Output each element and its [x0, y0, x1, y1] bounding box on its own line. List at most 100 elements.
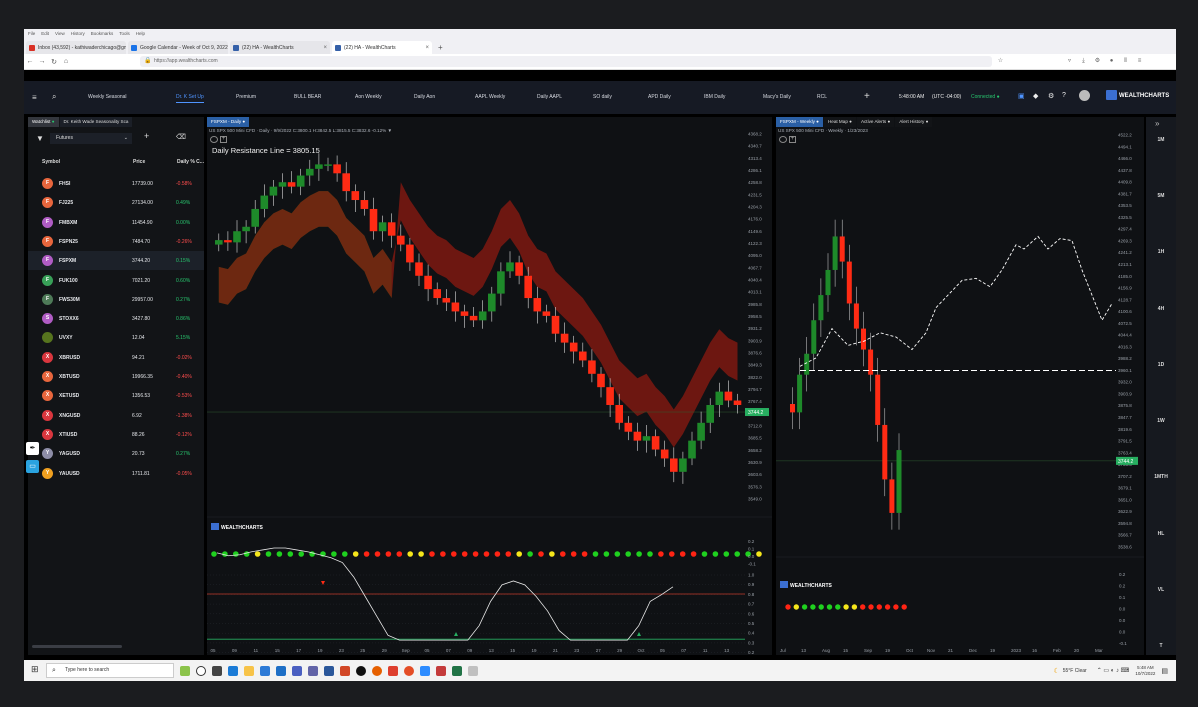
- app-icon-3[interactable]: [388, 665, 398, 676]
- mail-icon[interactable]: [276, 665, 286, 676]
- menu-item[interactable]: View: [55, 31, 65, 36]
- teams-icon[interactable]: [292, 665, 302, 676]
- menu-item[interactable]: History: [71, 31, 85, 36]
- excel-icon[interactable]: [452, 665, 462, 676]
- tab-seasonality-scan[interactable]: Dr. Keith Wade Seasonality Sca: [59, 117, 133, 127]
- layout-tab[interactable]: Premium: [236, 94, 256, 100]
- account-icon[interactable]: ●: [1106, 58, 1117, 65]
- bookmark-star-icon[interactable]: ☆: [995, 58, 1006, 65]
- add-layout-icon[interactable]: +: [864, 91, 870, 102]
- header-price[interactable]: Price: [133, 159, 145, 165]
- filter-icon[interactable]: ▼: [36, 134, 44, 143]
- save-icon[interactable]: ▣: [1018, 92, 1025, 100]
- menu-item[interactable]: Bookmarks: [91, 31, 114, 36]
- watchlist-row[interactable]: F FUK100 7021.20 0.60%: [28, 271, 204, 290]
- menu-item[interactable]: Help: [136, 31, 145, 36]
- layout-tab[interactable]: Daily Aon: [414, 94, 435, 100]
- notifications-icon[interactable]: ▤: [1161, 667, 1168, 675]
- firefox-active-icon[interactable]: [404, 665, 414, 676]
- header-change[interactable]: Daily % C...: [177, 159, 204, 165]
- pen-tool-icon[interactable]: ✒: [26, 442, 39, 455]
- watchlist-row[interactable]: X XETUSD 1356.53 -0.53%: [28, 386, 204, 405]
- layout-tab[interactable]: APD Daily: [648, 94, 671, 100]
- alerts-icon[interactable]: ◆: [1033, 92, 1038, 100]
- task-view-icon[interactable]: [212, 665, 222, 676]
- watchlist-row[interactable]: Y YAGUSD 20.73 0.27%: [28, 444, 204, 463]
- hamburger-menu-icon[interactable]: ≡: [32, 93, 37, 102]
- library-icon[interactable]: ⫴: [1120, 58, 1131, 65]
- reload-icon[interactable]: ↻: [48, 58, 60, 66]
- file-explorer-icon[interactable]: [244, 665, 254, 676]
- eraser-icon[interactable]: ⌫: [176, 133, 186, 141]
- forward-icon[interactable]: →: [36, 58, 48, 65]
- interval-button[interactable]: VL: [1146, 587, 1176, 593]
- close-tab-icon[interactable]: ×: [425, 45, 429, 51]
- browser-tab[interactable]: Google Calendar - Week of Oct 9, 2022×: [128, 41, 228, 54]
- layout-tab[interactable]: RCL: [817, 94, 827, 100]
- windows-start-icon[interactable]: ⊞: [31, 664, 39, 675]
- add-symbol-icon[interactable]: +: [144, 131, 149, 141]
- expand-icon[interactable]: »: [1155, 119, 1159, 128]
- new-tab-icon[interactable]: +: [438, 43, 443, 52]
- layout-tab[interactable]: Dr. K Set Up: [176, 94, 204, 103]
- app-icon-1[interactable]: [308, 665, 318, 676]
- app-icon-2[interactable]: [356, 665, 366, 676]
- layout-tab[interactable]: Daily AAPL: [537, 94, 562, 100]
- pocket-icon[interactable]: ▿: [1064, 58, 1075, 65]
- zoom-icon[interactable]: [420, 665, 430, 676]
- home-icon[interactable]: ⌂: [60, 58, 72, 65]
- screen-tool-icon[interactable]: ▭: [26, 460, 39, 473]
- extensions-icon[interactable]: ⚙: [1092, 58, 1103, 65]
- watchlist-row[interactable]: X XTIUSD 88.26 -0.12%: [28, 425, 204, 444]
- watchlist-row[interactable]: UVXY 12.04 5.15%: [28, 328, 204, 347]
- interval-button[interactable]: 1MTH: [1146, 474, 1176, 480]
- menu-icon[interactable]: ≡: [1134, 58, 1145, 65]
- watchlist-row[interactable]: F FHSI 17739.00 -0.58%: [28, 174, 204, 193]
- back-icon[interactable]: ←: [24, 58, 36, 65]
- browser-tab[interactable]: Inbox (43,592) - kathiwaderchicago@gmail…: [26, 41, 126, 54]
- interval-button[interactable]: 1D: [1146, 362, 1176, 368]
- word-icon[interactable]: [324, 665, 334, 676]
- menu-item[interactable]: Tools: [119, 31, 130, 36]
- watchlist-row[interactable]: X XNGUSD 6.92 -1.38%: [28, 406, 204, 425]
- interval-button[interactable]: 1H: [1146, 249, 1176, 255]
- watchlist-row[interactable]: Y YAUUSD 1711.81 -0.05%: [28, 464, 204, 483]
- watchlist-select[interactable]: Futures ⌄: [50, 133, 132, 144]
- watchlist-row[interactable]: S STOXX6 3427.80 0.86%: [28, 309, 204, 328]
- browser-tab[interactable]: (22) HA - WealthCharts ×: [230, 41, 330, 54]
- layout-tab[interactable]: Aon Weekly: [355, 94, 382, 100]
- interval-button[interactable]: 1M: [1146, 137, 1176, 143]
- layout-tab[interactable]: SO daily: [593, 94, 612, 100]
- app-icon-5[interactable]: [468, 665, 478, 676]
- settings-icon[interactable]: ⚙: [1048, 92, 1054, 100]
- interval-button[interactable]: 4H: [1146, 306, 1176, 312]
- store-icon[interactable]: [260, 665, 270, 676]
- layout-tab[interactable]: IBM Daily: [704, 94, 725, 100]
- layout-tab[interactable]: Macy's Daily: [763, 94, 791, 100]
- watchlist-row[interactable]: X XBRUSD 94.21 -0.02%: [28, 348, 204, 367]
- watchlist-row[interactable]: F FJ225 27134.00 0.49%: [28, 193, 204, 212]
- watchlist-row[interactable]: F FSPN25 7484.70 -0.26%: [28, 232, 204, 251]
- avatar[interactable]: [1079, 90, 1090, 101]
- firefox-icon[interactable]: [372, 665, 382, 676]
- watchlist-row[interactable]: F FMBXM 11454.90 0.00%: [28, 213, 204, 232]
- help-icon[interactable]: ?: [1062, 92, 1066, 99]
- menu-item[interactable]: File: [28, 31, 35, 36]
- interval-button[interactable]: HL: [1146, 531, 1176, 537]
- url-input[interactable]: 🔒 https://app.wealthcharts.com: [140, 56, 992, 67]
- search-icon[interactable]: ⌕: [52, 92, 56, 102]
- weekly-chart-canvas[interactable]: 4522.2 4494.1 4466.0 4437.8 4409.8 4381.7 4353…: [776, 117, 1144, 655]
- downloads-icon[interactable]: ⤓: [1078, 58, 1089, 65]
- weather-text[interactable]: 55°F Clear: [1063, 668, 1087, 674]
- layout-tab[interactable]: BULL BEAR: [294, 94, 321, 100]
- taskbar-search-input[interactable]: ⌕ Type here to search: [46, 663, 174, 678]
- daily-chart-canvas[interactable]: 4368.2 4340.7 4313.4 4286.1 4258.8 4231.5 4204…: [207, 117, 772, 655]
- tray-icons[interactable]: ⌃ ▭ ◐ ♪ ⌨: [1097, 667, 1130, 674]
- layout-tab[interactable]: AAPL Weekly: [475, 94, 505, 100]
- watchlist-row[interactable]: X XBTUSD 19966.35 -0.40%: [28, 367, 204, 386]
- edge-icon[interactable]: [228, 665, 238, 676]
- tab-watchlist[interactable]: Watchlist ●: [28, 117, 59, 127]
- header-symbol[interactable]: Symbol: [42, 159, 60, 165]
- watchlist-row[interactable]: F FSPXM 3744.20 0.15%: [28, 251, 204, 271]
- taskbar-clock[interactable]: 5:48 AM 10/7/2022: [1135, 665, 1155, 677]
